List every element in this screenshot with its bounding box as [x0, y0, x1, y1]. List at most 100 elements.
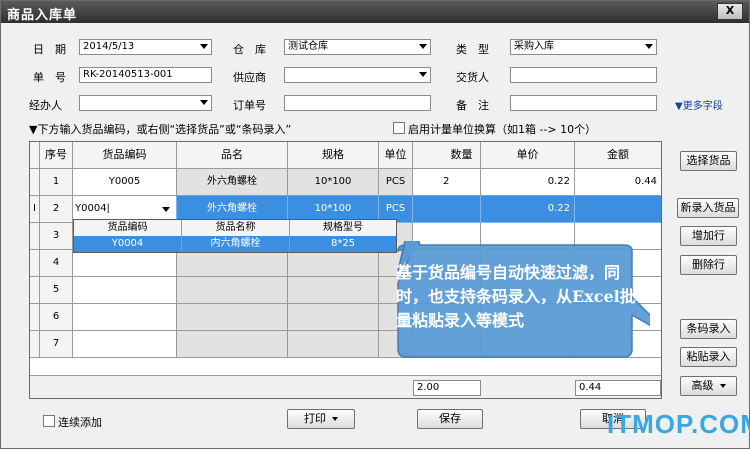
header-spec: 规格	[288, 142, 379, 169]
code-autocomplete-dropdown[interactable]: 货品编码 货品名称 规格型号 Y0004 内六角螺栓 8*25	[73, 219, 397, 253]
row-marker	[30, 304, 40, 331]
row-edit-marker: I	[30, 196, 40, 223]
date-dropdown-icon[interactable]	[200, 44, 208, 49]
add-row-button[interactable]: 增加行	[680, 226, 737, 246]
header-unit: 单位	[379, 142, 413, 169]
warehouse-label: 仓 库	[233, 43, 266, 56]
row-price[interactable]: 0.22	[481, 196, 575, 223]
row-no: 1	[40, 169, 73, 196]
type-field[interactable]: 采购入库	[510, 39, 657, 55]
row-name	[177, 304, 288, 331]
row-name	[177, 250, 288, 277]
supplier-dropdown-icon[interactable]	[419, 72, 427, 77]
dropdown-option[interactable]: Y0004 内六角螺栓 8*25	[74, 236, 396, 252]
dropdown-header-code: 货品编码	[74, 220, 182, 236]
row-name: 外六角螺栓	[177, 169, 288, 196]
warehouse-dropdown-icon[interactable]	[419, 44, 427, 49]
row-no: 5	[40, 277, 73, 304]
row-qty[interactable]: 2	[413, 169, 481, 196]
header-marker	[30, 142, 40, 169]
table-header-row: 序号 货品编码 品名 规格 单位 数量 单价 金额	[30, 142, 661, 169]
date-field[interactable]: 2014/5/13	[79, 39, 212, 55]
row-price[interactable]: 0.22	[481, 169, 575, 196]
row-code[interactable]: Y0005	[73, 169, 177, 196]
type-dropdown-icon[interactable]	[645, 44, 653, 49]
row-name	[177, 331, 288, 358]
row-marker	[30, 250, 40, 277]
total-amount: 0.44	[575, 380, 661, 396]
header-name: 品名	[177, 142, 288, 169]
entry-hint: ▼下方输入货品编码，或右侧“选择货品”或“条码录入”	[29, 123, 292, 136]
row-code[interactable]	[73, 304, 177, 331]
row-spec: 10*100	[288, 169, 379, 196]
header-code: 货品编码	[73, 142, 177, 169]
dropdown-header-name: 货品名称	[182, 220, 290, 236]
row-marker	[30, 169, 40, 196]
row-no: 6	[40, 304, 73, 331]
row-spec	[288, 277, 379, 304]
header-price: 单价	[481, 142, 575, 169]
select-goods-button[interactable]: 选择货品	[680, 151, 737, 171]
header-qty: 数量	[413, 142, 481, 169]
row-no: 3	[40, 223, 73, 250]
row-code[interactable]	[73, 277, 177, 304]
handler-field[interactable]	[79, 95, 212, 111]
inbound-order-window: 商品入库单 X 日 期 2014/5/13 仓 库 测试仓库 类 型 采购入库 …	[0, 0, 750, 449]
row-amount[interactable]	[575, 196, 661, 223]
unit-conversion-label: 启用计量单位换算（如1箱 --> 10个）	[408, 123, 597, 136]
unit-conversion-checkbox[interactable]	[393, 122, 405, 134]
remark-label: 备 注	[456, 99, 489, 112]
order-no-field[interactable]	[284, 95, 431, 111]
order-no-label: 订单号	[233, 99, 266, 112]
dropdown-header-spec: 规格型号	[323, 222, 363, 233]
header-amount: 金额	[575, 142, 661, 169]
callout-text: 基于货品编号自动快速过滤，同时，也支持条码录入，从Excel批量粘贴录入等模式	[396, 263, 636, 330]
title-bar: 商品入库单 X	[1, 1, 749, 23]
continuous-add-label: 连续添加	[58, 416, 102, 429]
close-button[interactable]: X	[717, 3, 743, 20]
totals-bar: 2.00 0.44	[30, 375, 661, 398]
row-no: 4	[40, 250, 73, 277]
save-button[interactable]: 保存	[417, 409, 483, 429]
supplier-field[interactable]	[284, 67, 431, 83]
handler-dropdown-icon[interactable]	[200, 100, 208, 105]
row-qty[interactable]	[413, 196, 481, 223]
continuous-add-checkbox[interactable]	[43, 415, 55, 427]
table-row[interactable]: 1 Y0005 外六角螺栓 10*100 PCS 2 0.22 0.44	[30, 169, 661, 196]
total-qty: 2.00	[413, 380, 481, 396]
barcode-entry-button[interactable]: 条码录入	[680, 319, 737, 339]
doc-no-field[interactable]: RK-20140513-001	[79, 67, 212, 83]
row-marker	[30, 223, 40, 250]
site-watermark: ITMOP.COM	[607, 409, 750, 439]
row-unit: PCS	[379, 169, 413, 196]
date-label: 日 期	[33, 43, 66, 56]
header-no: 序号	[40, 142, 73, 169]
option-code: Y0004	[74, 236, 182, 252]
row-spec	[288, 304, 379, 331]
more-fields-link[interactable]: ▼更多字段	[675, 97, 723, 112]
delete-row-button[interactable]: 删除行	[680, 255, 737, 275]
print-button[interactable]: 打印	[287, 409, 355, 429]
new-goods-button[interactable]: 新录入货品	[677, 198, 739, 218]
row-marker	[30, 331, 40, 358]
type-label: 类 型	[456, 43, 489, 56]
row-code[interactable]	[73, 250, 177, 277]
window-title: 商品入库单	[7, 8, 78, 23]
remark-field[interactable]	[510, 95, 657, 111]
chevron-down-icon	[332, 417, 338, 421]
paste-entry-button[interactable]: 粘贴录入	[680, 347, 737, 367]
code-dropdown-icon[interactable]	[162, 207, 170, 212]
chevron-down-icon	[719, 384, 726, 388]
option-name: 内六角螺栓	[182, 236, 290, 252]
deliverer-label: 交货人	[456, 71, 489, 84]
advanced-button[interactable]: 高级	[680, 376, 737, 396]
row-amount[interactable]: 0.44	[575, 169, 661, 196]
deliverer-field[interactable]	[510, 67, 657, 83]
handler-label: 经办人	[29, 99, 62, 112]
doc-no-label: 单 号	[33, 71, 66, 84]
row-marker	[30, 277, 40, 304]
row-code[interactable]	[73, 331, 177, 358]
warehouse-field[interactable]: 测试仓库	[284, 39, 431, 55]
row-name	[177, 277, 288, 304]
row-spec	[288, 250, 379, 277]
